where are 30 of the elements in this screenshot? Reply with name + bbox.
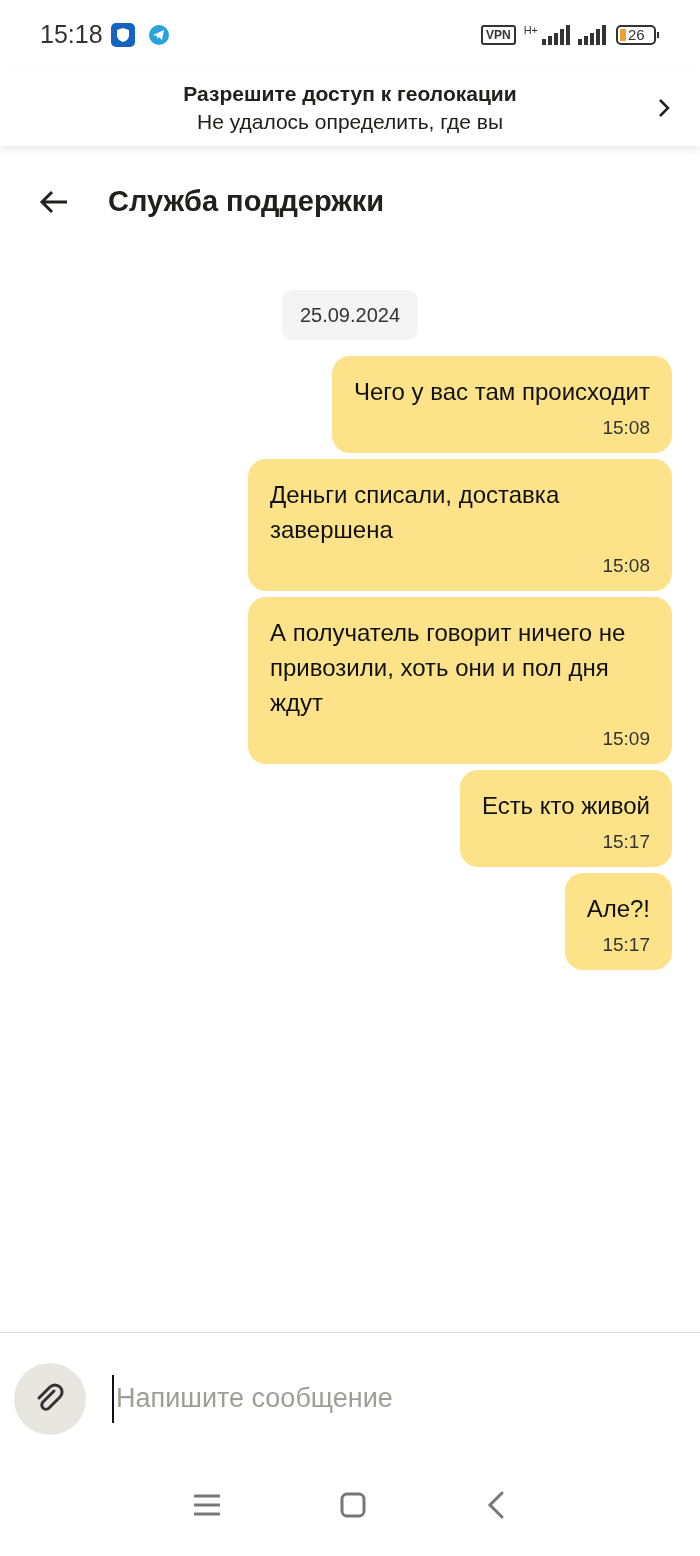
paper-plane-icon [148, 25, 169, 45]
shield-app-icon [110, 23, 135, 47]
chat-title: Служба поддержки [108, 184, 385, 220]
signal-icon [540, 25, 570, 45]
message-text: Деньги списали, доставка завершена [270, 480, 561, 545]
menu-icon[interactable] [194, 1494, 220, 1516]
message-text: А получатель говорит ничего не привозили, хоть они и пол дня ждут [270, 618, 627, 718]
banner-title: Разрешите доступ к геолокации [183, 81, 517, 107]
chevron-right-icon [658, 98, 670, 118]
message-time: 15:09 [602, 727, 650, 751]
signal-icon [578, 25, 608, 45]
home-square-icon[interactable] [340, 1492, 366, 1518]
location-banner[interactable]: Разрешите доступ к геолокации Не удалось определить, где вы [0, 70, 700, 146]
message-time: 15:08 [602, 416, 650, 440]
message-input[interactable]: Напишите сообщение [112, 1374, 700, 1423]
banner-subtitle: Не удалось определить, где вы [197, 109, 503, 135]
message-time: 15:17 [602, 830, 650, 854]
battery-percent: 26 [628, 27, 645, 43]
message-text: Але?! [586, 894, 650, 924]
back-arrow-icon [39, 190, 69, 214]
vpn-badge: VPN [480, 25, 516, 45]
date-chip: 25.09.2024 [281, 290, 419, 340]
message-text: Есть кто живой [481, 791, 650, 821]
network-type: H+ [523, 25, 538, 36]
message-time: 15:17 [602, 933, 650, 957]
battery-icon [616, 25, 660, 45]
back-chevron-icon[interactable] [486, 1491, 506, 1519]
status-time: 15:18 [40, 19, 103, 51]
message-time: 15:08 [602, 554, 650, 578]
message-text: Чего у вас там происходит [353, 377, 650, 407]
